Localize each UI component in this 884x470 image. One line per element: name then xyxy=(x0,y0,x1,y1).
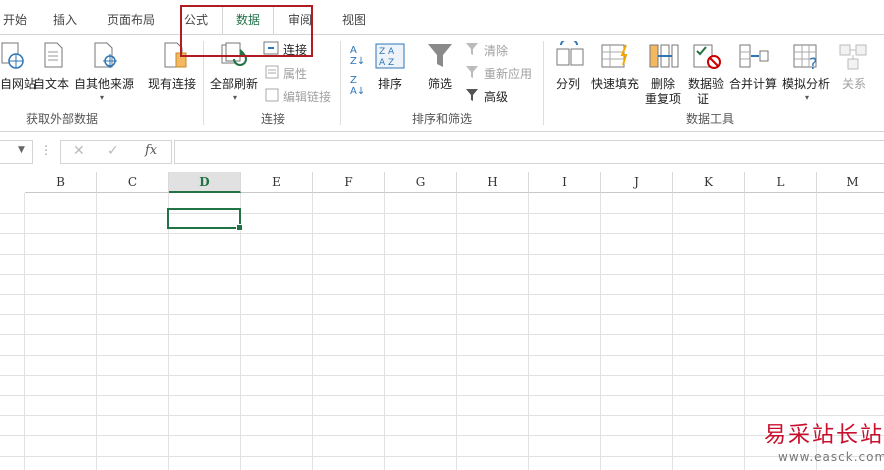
remove-duplicates-button-line2[interactable]: 重复项 xyxy=(645,90,681,107)
filter-icon[interactable] xyxy=(426,41,454,74)
active-cell-d2[interactable] xyxy=(167,208,243,231)
tab-page-layout[interactable]: 页面布局 xyxy=(102,6,160,34)
enter-icon[interactable]: ✓ xyxy=(107,143,119,159)
properties-button[interactable]: 属性 xyxy=(283,65,307,82)
text-to-columns-icon[interactable] xyxy=(555,38,585,74)
what-if-analysis-button[interactable]: 模拟分析 xyxy=(782,75,830,92)
insert-function-button[interactable]: fx xyxy=(145,143,157,158)
worksheet-grid[interactable]: BCDEFGHIJKLM xyxy=(0,172,884,470)
dropdown-arrow-icon: ▾ xyxy=(233,93,238,102)
watermark-url: www.easck.com xyxy=(778,450,884,464)
sort-button[interactable]: 排序 xyxy=(378,75,402,92)
column-header-k[interactable]: K xyxy=(673,172,745,193)
sort-az-icon[interactable]: A Z↓ xyxy=(350,45,365,67)
formula-bar: ▼ ⋮ ✕ ✓ fx xyxy=(0,138,884,164)
data-validation-button-line2[interactable]: 证 xyxy=(697,90,709,107)
group-label-connections: 连接 xyxy=(261,112,286,126)
watermark-brand: 易采站长站 xyxy=(764,423,884,448)
svg-text:?: ? xyxy=(809,54,818,71)
group-separator xyxy=(340,41,341,125)
column-header-l[interactable]: L xyxy=(745,172,817,193)
column-header-b[interactable]: B xyxy=(25,172,97,193)
column-header-h[interactable]: H xyxy=(457,172,529,193)
flash-fill-button[interactable]: 快速填充 xyxy=(591,75,639,92)
more-options-icon[interactable]: ⋮ xyxy=(40,143,52,157)
advanced-button[interactable]: 高级 xyxy=(484,88,508,105)
column-header-g[interactable]: G xyxy=(385,172,457,193)
group-label-data-tools: 数据工具 xyxy=(686,112,735,126)
column-header-i[interactable]: I xyxy=(529,172,601,193)
sort-za-icon[interactable]: Z A↓ xyxy=(350,75,365,97)
edit-links-icon xyxy=(265,88,279,105)
what-if-analysis-icon[interactable]: ? xyxy=(792,41,822,74)
data-validation-icon[interactable] xyxy=(692,41,722,74)
text-to-columns-button[interactable]: 分列 xyxy=(556,75,580,92)
highlight-box xyxy=(180,5,313,57)
tab-home[interactable]: 开始 xyxy=(0,6,30,34)
advanced-filter-icon xyxy=(465,88,481,105)
column-header-e[interactable]: E xyxy=(241,172,313,193)
column-header-m[interactable]: M xyxy=(817,172,884,193)
tab-view[interactable]: 视图 xyxy=(336,6,372,34)
consolidate-button[interactable]: 合并计算 xyxy=(729,75,777,92)
group-label-sort-filter: 排序和筛选 xyxy=(412,112,473,126)
from-web-button[interactable]: 自网站 xyxy=(0,75,36,92)
other-sources-icon[interactable] xyxy=(92,41,120,74)
text-file-icon[interactable] xyxy=(42,41,66,74)
edit-links-button[interactable]: 编辑链接 xyxy=(283,88,331,105)
from-text-button[interactable]: 自文本 xyxy=(33,75,69,92)
cancel-icon[interactable]: ✕ xyxy=(73,143,85,159)
refresh-all-button[interactable]: 全部刷新 xyxy=(210,75,258,92)
ribbon-tab-bar: 开始 插入 页面布局 公式 数据 审阅 视图 xyxy=(0,0,884,34)
name-box[interactable]: ▼ xyxy=(0,140,33,164)
from-other-sources-button[interactable]: 自其他来源 xyxy=(74,75,134,92)
column-header-j[interactable]: J xyxy=(601,172,673,193)
svg-text:A Z: A Z xyxy=(379,58,394,68)
svg-text:Z A: Z A xyxy=(379,47,395,57)
group-separator xyxy=(543,41,544,125)
formula-buttons: ✕ ✓ fx xyxy=(60,140,172,164)
name-box-dropdown-icon[interactable]: ▼ xyxy=(18,145,25,155)
column-header-f[interactable]: F xyxy=(313,172,385,193)
flash-fill-icon[interactable] xyxy=(600,41,632,74)
cell-gridlines xyxy=(0,193,884,470)
relationships-icon xyxy=(838,41,868,74)
clear-button[interactable]: 清除 xyxy=(484,42,508,59)
remove-duplicates-icon[interactable] xyxy=(648,41,680,74)
dropdown-arrow-icon: ▾ xyxy=(100,93,105,102)
column-header-d[interactable]: D xyxy=(169,172,241,193)
ribbon-data: 自网站 自文本 自其他来源 ▾ 现有连接 全部刷新 ▾ 连接 属性 编辑链接 A… xyxy=(0,34,884,132)
consolidate-icon[interactable] xyxy=(738,41,770,74)
tab-insert[interactable]: 插入 xyxy=(48,6,82,34)
filter-button[interactable]: 筛选 xyxy=(428,75,452,92)
web-icon[interactable] xyxy=(0,41,26,74)
column-header-c[interactable]: C xyxy=(97,172,169,193)
clear-filter-icon xyxy=(465,42,481,59)
reapply-button[interactable]: 重新应用 xyxy=(484,65,532,82)
relationships-button[interactable]: 关系 xyxy=(842,75,866,92)
reapply-icon xyxy=(465,65,481,82)
sort-icon[interactable]: Z AA Z xyxy=(375,43,405,72)
fill-handle[interactable] xyxy=(236,224,243,231)
group-label-get-external-data: 获取外部数据 xyxy=(26,112,99,126)
existing-connections-button[interactable]: 现有连接 xyxy=(148,75,196,92)
formula-input[interactable] xyxy=(174,140,884,164)
dropdown-arrow-icon: ▾ xyxy=(805,93,810,102)
properties-icon xyxy=(265,65,279,82)
